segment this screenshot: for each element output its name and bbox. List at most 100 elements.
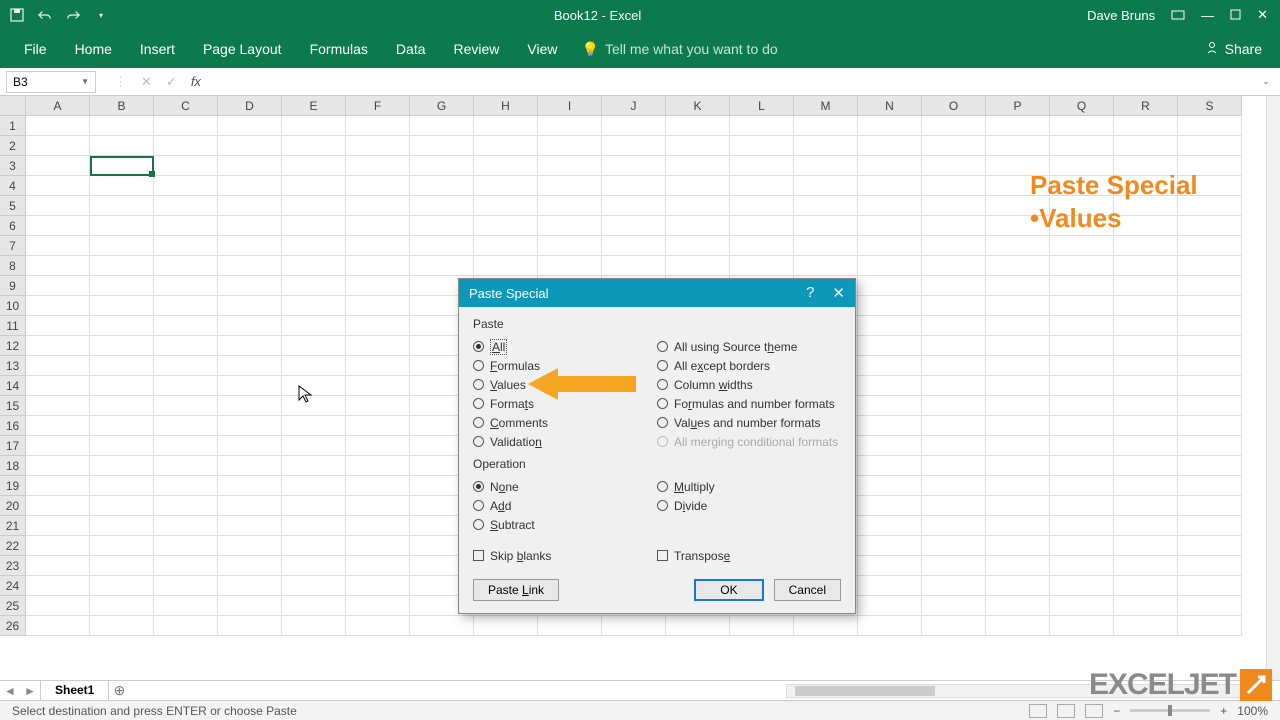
cell[interactable]: [1178, 596, 1242, 616]
cell[interactable]: [922, 336, 986, 356]
cell[interactable]: [538, 256, 602, 276]
cell[interactable]: [346, 476, 410, 496]
fx-icon[interactable]: fx: [191, 74, 201, 89]
cell[interactable]: [602, 616, 666, 636]
tell-me[interactable]: 💡 Tell me what you want to do: [582, 41, 778, 58]
cell[interactable]: [346, 236, 410, 256]
cell[interactable]: [154, 596, 218, 616]
cell[interactable]: [858, 496, 922, 516]
tab-home[interactable]: Home: [61, 30, 126, 68]
cell[interactable]: [922, 596, 986, 616]
cell[interactable]: [1114, 376, 1178, 396]
cell[interactable]: [346, 576, 410, 596]
cell[interactable]: [538, 156, 602, 176]
cell[interactable]: [858, 156, 922, 176]
cell[interactable]: [858, 296, 922, 316]
ribbon-display-icon[interactable]: [1171, 8, 1185, 23]
cell[interactable]: [282, 576, 346, 596]
cell[interactable]: [858, 536, 922, 556]
cell[interactable]: [218, 256, 282, 276]
cell[interactable]: [218, 116, 282, 136]
cell[interactable]: [794, 236, 858, 256]
row-header[interactable]: 13: [0, 356, 26, 376]
cell[interactable]: [346, 176, 410, 196]
row-header[interactable]: 23: [0, 556, 26, 576]
cell[interactable]: [154, 396, 218, 416]
cell[interactable]: [666, 156, 730, 176]
cell[interactable]: [1114, 276, 1178, 296]
cell[interactable]: [1050, 376, 1114, 396]
cell[interactable]: [1178, 476, 1242, 496]
cell[interactable]: [410, 616, 474, 636]
cell[interactable]: [26, 136, 90, 156]
cell[interactable]: [218, 156, 282, 176]
cell[interactable]: [282, 176, 346, 196]
cell[interactable]: [1050, 336, 1114, 356]
cell[interactable]: [218, 536, 282, 556]
cell[interactable]: [986, 436, 1050, 456]
cell[interactable]: [1178, 616, 1242, 636]
cell[interactable]: [346, 296, 410, 316]
cell[interactable]: [922, 316, 986, 336]
cell[interactable]: [986, 556, 1050, 576]
cell[interactable]: [1050, 256, 1114, 276]
cell[interactable]: [346, 256, 410, 276]
cell[interactable]: [666, 116, 730, 136]
tab-formulas[interactable]: Formulas: [296, 30, 382, 68]
cell[interactable]: [218, 336, 282, 356]
cell[interactable]: [1178, 316, 1242, 336]
radio-values-num[interactable]: Values and number formats: [657, 413, 841, 432]
row-header[interactable]: 12: [0, 336, 26, 356]
cell[interactable]: [26, 216, 90, 236]
radio-divide[interactable]: Divide: [657, 496, 841, 515]
cell[interactable]: [90, 256, 154, 276]
paste-link-button[interactable]: Paste Link: [473, 579, 559, 601]
cell[interactable]: [410, 196, 474, 216]
tab-insert[interactable]: Insert: [126, 30, 189, 68]
cell[interactable]: [90, 576, 154, 596]
cell[interactable]: [666, 216, 730, 236]
cell[interactable]: [986, 376, 1050, 396]
cell[interactable]: [410, 156, 474, 176]
radio-multiply[interactable]: Multiply: [657, 477, 841, 496]
cell[interactable]: [218, 236, 282, 256]
cell[interactable]: [1114, 556, 1178, 576]
cell[interactable]: [922, 476, 986, 496]
cell[interactable]: [1114, 596, 1178, 616]
cell[interactable]: [26, 296, 90, 316]
cell[interactable]: [474, 116, 538, 136]
cell[interactable]: [154, 236, 218, 256]
cell[interactable]: [90, 556, 154, 576]
undo-icon[interactable]: [38, 8, 52, 22]
cell[interactable]: [1114, 436, 1178, 456]
cell[interactable]: [474, 616, 538, 636]
cell[interactable]: [986, 616, 1050, 636]
cell[interactable]: [666, 136, 730, 156]
cell[interactable]: [282, 356, 346, 376]
cell[interactable]: [730, 136, 794, 156]
cell[interactable]: [154, 496, 218, 516]
cell[interactable]: [474, 136, 538, 156]
cell[interactable]: [1050, 576, 1114, 596]
radio-column-widths[interactable]: Column widths: [657, 375, 841, 394]
cell[interactable]: [282, 496, 346, 516]
cell[interactable]: [282, 456, 346, 476]
cell[interactable]: [858, 356, 922, 376]
cell[interactable]: [26, 436, 90, 456]
column-header[interactable]: A: [26, 96, 90, 116]
cell[interactable]: [1178, 456, 1242, 476]
cell[interactable]: [90, 116, 154, 136]
cell[interactable]: [346, 396, 410, 416]
radio-comments[interactable]: Comments: [473, 413, 657, 432]
minimize-button[interactable]: ―: [1201, 8, 1214, 23]
cell[interactable]: [154, 196, 218, 216]
cell[interactable]: [282, 296, 346, 316]
column-header[interactable]: C: [154, 96, 218, 116]
zoom-slider[interactable]: [1130, 709, 1210, 712]
cell[interactable]: [218, 176, 282, 196]
cell[interactable]: [26, 396, 90, 416]
cell[interactable]: [410, 236, 474, 256]
row-header[interactable]: 25: [0, 596, 26, 616]
cell[interactable]: [90, 516, 154, 536]
cell[interactable]: [282, 616, 346, 636]
